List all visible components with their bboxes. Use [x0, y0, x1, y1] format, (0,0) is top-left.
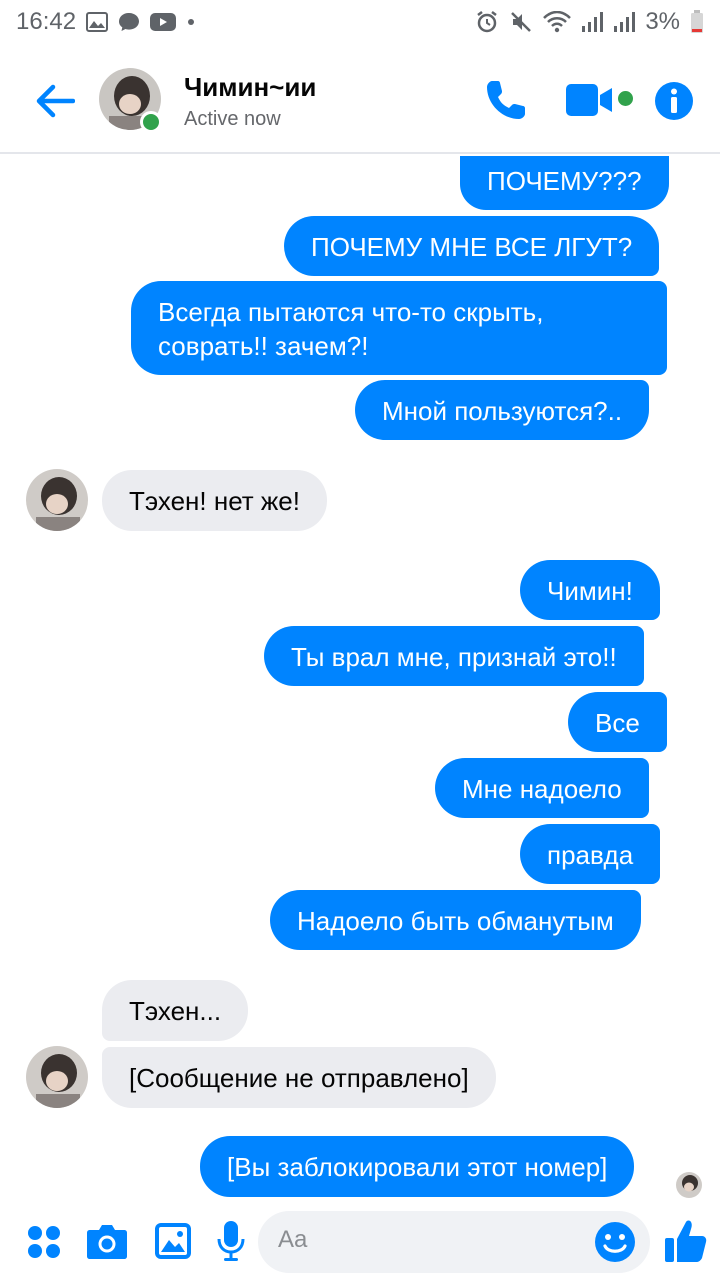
more-notifications-icon — [186, 17, 196, 27]
phone-icon[interactable] — [484, 78, 528, 122]
gallery-notification-icon — [86, 12, 109, 32]
message-bubble-outgoing[interactable]: правда — [520, 824, 661, 884]
message-bubble-outgoing[interactable]: Все — [568, 692, 667, 752]
gallery-icon[interactable] — [154, 1222, 192, 1260]
contact-message-avatar[interactable] — [26, 469, 88, 531]
signal-icon-1 — [581, 11, 604, 33]
video-icon[interactable] — [566, 82, 616, 118]
thumbs-up-icon[interactable] — [664, 1218, 708, 1264]
camera-icon[interactable] — [86, 1222, 128, 1260]
menu-dots-icon[interactable] — [26, 1224, 62, 1260]
chat-notification-icon — [118, 12, 140, 32]
microphone-icon[interactable] — [216, 1220, 246, 1262]
status-bar: 16:42 3% — [0, 0, 720, 44]
message-bubble-outgoing[interactable]: Мне надоело — [435, 758, 649, 818]
message-input-placeholder: Aa — [278, 1226, 308, 1253]
info-icon[interactable] — [654, 81, 694, 121]
conversation-header: Чимин~ии Active now — [0, 52, 720, 154]
message-bubble-outgoing[interactable]: Мной пользуются?.. — [355, 380, 650, 440]
message-input[interactable] — [258, 1211, 650, 1273]
message-bubble-outgoing[interactable]: ПОЧЕМУ??? — [460, 156, 669, 210]
message-bubble-outgoing[interactable]: Чимин! — [520, 560, 660, 620]
contact-message-avatar[interactable] — [26, 1046, 88, 1108]
emoji-icon[interactable] — [594, 1221, 636, 1263]
message-bubble-incoming[interactable]: Тэхен! нет же! — [102, 470, 327, 531]
status-time: 16:42 — [16, 8, 77, 35]
message-bubble-outgoing[interactable]: Ты врал мне, признай это!! — [264, 626, 644, 686]
message-bubble-outgoing[interactable]: [Вы заблокировали этот номер] — [200, 1136, 635, 1197]
message-bubble-outgoing[interactable]: ПОЧЕМУ МНЕ ВСЕ ЛГУТ? — [284, 216, 660, 276]
contact-status: Active now — [184, 108, 281, 130]
message-bubble-incoming[interactable]: [Сообщение не отправлено] — [102, 1047, 496, 1108]
message-bubble-incoming[interactable]: Тэхен... — [102, 980, 249, 1041]
contact-name[interactable]: Чимин~ии — [184, 72, 316, 103]
wifi-icon — [543, 11, 572, 33]
alarm-icon — [475, 10, 499, 34]
youtube-notification-icon — [150, 12, 177, 32]
message-bubble-outgoing[interactable]: Всегда пытаются что-то скрыть, соврать!!… — [131, 281, 667, 375]
read-receipt-avatar — [676, 1172, 702, 1198]
message-bubble-outgoing[interactable]: Надоело быть обманутым — [270, 890, 641, 950]
battery-percent: 3% — [645, 8, 680, 35]
battery-icon — [690, 10, 704, 34]
back-arrow-icon[interactable] — [32, 78, 78, 124]
video-active-dot — [618, 91, 633, 106]
online-indicator — [140, 111, 162, 133]
mute-icon — [509, 10, 533, 34]
signal-icon-2 — [613, 11, 636, 33]
